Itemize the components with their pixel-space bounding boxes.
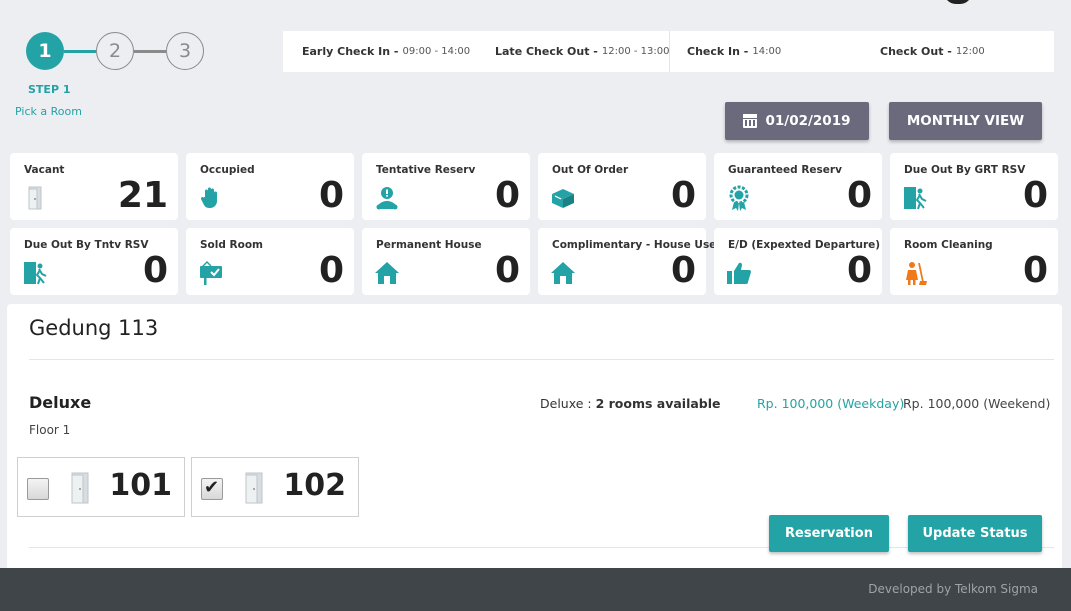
reservation-button[interactable]: Reservation: [769, 515, 889, 552]
late-checkout-label: Late Check Out -: [495, 45, 598, 58]
status-card-label: Sold Room: [200, 239, 263, 251]
divider: [29, 359, 1054, 360]
step-2[interactable]: 2: [96, 32, 134, 70]
status-card-label: Occupied: [200, 164, 255, 176]
house-icon: [375, 262, 399, 284]
status-card-label: Due Out By GRT RSV: [904, 164, 1026, 176]
room-number: 102: [283, 468, 346, 503]
room-card-101[interactable]: 101: [17, 457, 185, 517]
status-card-label: Vacant: [24, 164, 65, 176]
checkin-value: 14:00: [752, 46, 782, 57]
step-label: STEP 1: [28, 83, 71, 96]
status-card-value: 0: [494, 175, 520, 216]
status-card-value: 0: [318, 250, 344, 291]
early-checkin-value: 09:00 - 14:00: [402, 46, 471, 57]
status-card-tentative-reserv[interactable]: Tentative Reserv 0: [362, 153, 530, 220]
status-card-room-cleaning[interactable]: Room Cleaning 0: [890, 228, 1058, 295]
status-card-value: 0: [670, 175, 696, 216]
checkin-label: Check In -: [687, 45, 749, 58]
sold-sign-icon: [200, 260, 222, 285]
status-card-label: Tentative Reserv: [376, 164, 476, 176]
footer: Developed by Telkom Sigma: [0, 568, 1071, 611]
status-card-value: 0: [1022, 250, 1048, 291]
status-card-occupied[interactable]: Occupied 0: [186, 153, 354, 220]
exit-door-icon: [24, 262, 47, 285]
early-checkin: Early Check In - 09:00 - 14:00: [283, 45, 476, 58]
checkout: Check Out - 12:00: [863, 45, 1043, 58]
step-connector: [64, 49, 96, 53]
room-type-name: Deluxe: [29, 393, 92, 412]
late-checkout: Late Check Out - 12:00 - 13:00: [476, 45, 669, 58]
status-card-expected-departure[interactable]: E/D (Expexted Departure) 0: [714, 228, 882, 295]
status-card-due-out-tntv[interactable]: Due Out By Tntv RSV 0: [10, 228, 178, 295]
status-card-value: 0: [846, 175, 872, 216]
footer-credit: Developed by Telkom Sigma: [868, 582, 1038, 596]
status-card-label: Guaranteed Reserv: [728, 164, 842, 176]
status-card-complimentary[interactable]: Complimentary - House Use 0: [538, 228, 716, 295]
checkin: Check In - 14:00: [670, 45, 863, 58]
price-weekend: Rp. 100,000 (Weekend): [903, 396, 1051, 411]
room-checkbox[interactable]: [201, 477, 223, 500]
status-card-label: Due Out By Tntv RSV: [24, 239, 149, 251]
building-name: Gedung 113: [29, 316, 159, 340]
status-card-value: 0: [318, 175, 344, 216]
status-card-value: 0: [670, 250, 696, 291]
hand-icon: [200, 187, 217, 208]
availability: Deluxe : 2 rooms available: [540, 396, 721, 411]
price-weekday[interactable]: Rp. 100,000 (Weekday): [757, 396, 904, 411]
door-icon: [71, 472, 89, 504]
date-value: 01/02/2019: [765, 113, 851, 129]
box-icon: [552, 189, 574, 208]
availability-prefix: Deluxe :: [540, 396, 596, 411]
building-panel: Gedung 113 Deluxe Floor 1 Deluxe : 2 roo…: [7, 304, 1062, 574]
status-card-value: 0: [142, 250, 168, 291]
door-icon: [28, 186, 42, 210]
thumbs-up-icon: [727, 262, 751, 284]
status-card-value: 0: [494, 250, 520, 291]
status-card-value: 0: [1022, 175, 1048, 216]
person-alert-icon: [376, 187, 398, 210]
status-card-value: 21: [117, 175, 168, 216]
status-card-out-of-order[interactable]: Out Of Order 0: [538, 153, 706, 220]
status-card-label: Room Cleaning: [904, 239, 993, 251]
status-card-value: 0: [846, 250, 872, 291]
date-picker-button[interactable]: 01/02/2019: [725, 102, 869, 140]
room-card-102[interactable]: 102: [191, 457, 359, 517]
early-checkin-label: Early Check In -: [302, 45, 399, 58]
stepper: 1 2 3: [26, 32, 204, 70]
step-3[interactable]: 3: [166, 32, 204, 70]
checkin-times-bar: Early Check In - 09:00 - 14:00 Late Chec…: [283, 31, 1054, 72]
step-sublabel: Pick a Room: [15, 105, 82, 118]
status-card-label: Permanent House: [376, 239, 482, 251]
monthly-view-button[interactable]: MONTHLY VIEW: [889, 102, 1042, 140]
status-card-sold-room[interactable]: Sold Room 0: [186, 228, 354, 295]
status-card-due-out-grt[interactable]: Due Out By GRT RSV 0: [890, 153, 1058, 220]
exit-door-icon: [904, 187, 927, 210]
calendar-icon: [743, 114, 758, 128]
status-card-label: Out Of Order: [552, 164, 629, 176]
floor-label: Floor 1: [29, 423, 71, 437]
badge-icon: [729, 185, 749, 211]
cleaning-icon: [906, 262, 927, 285]
status-card-guaranteed-reserv[interactable]: Guaranteed Reserv 0: [714, 153, 882, 220]
door-icon: [245, 472, 263, 504]
house-icon: [551, 262, 575, 284]
checkout-value: 12:00: [955, 46, 985, 57]
status-card-vacant[interactable]: Vacant 21: [10, 153, 178, 220]
room-checkbox[interactable]: [27, 478, 49, 500]
late-checkout-value: 12:00 - 13:00: [601, 46, 670, 57]
status-card-permanent-house[interactable]: Permanent House 0: [362, 228, 530, 295]
update-status-button[interactable]: Update Status: [908, 515, 1042, 552]
divider: [29, 547, 1054, 548]
checkout-label: Check Out -: [880, 45, 952, 58]
corner-decoration: [944, 0, 972, 4]
monthly-view-label: MONTHLY VIEW: [906, 113, 1025, 129]
step-1[interactable]: 1: [26, 32, 64, 70]
availability-value: 2 rooms available: [595, 396, 721, 411]
room-number: 101: [109, 468, 172, 503]
step-connector: [134, 49, 166, 53]
